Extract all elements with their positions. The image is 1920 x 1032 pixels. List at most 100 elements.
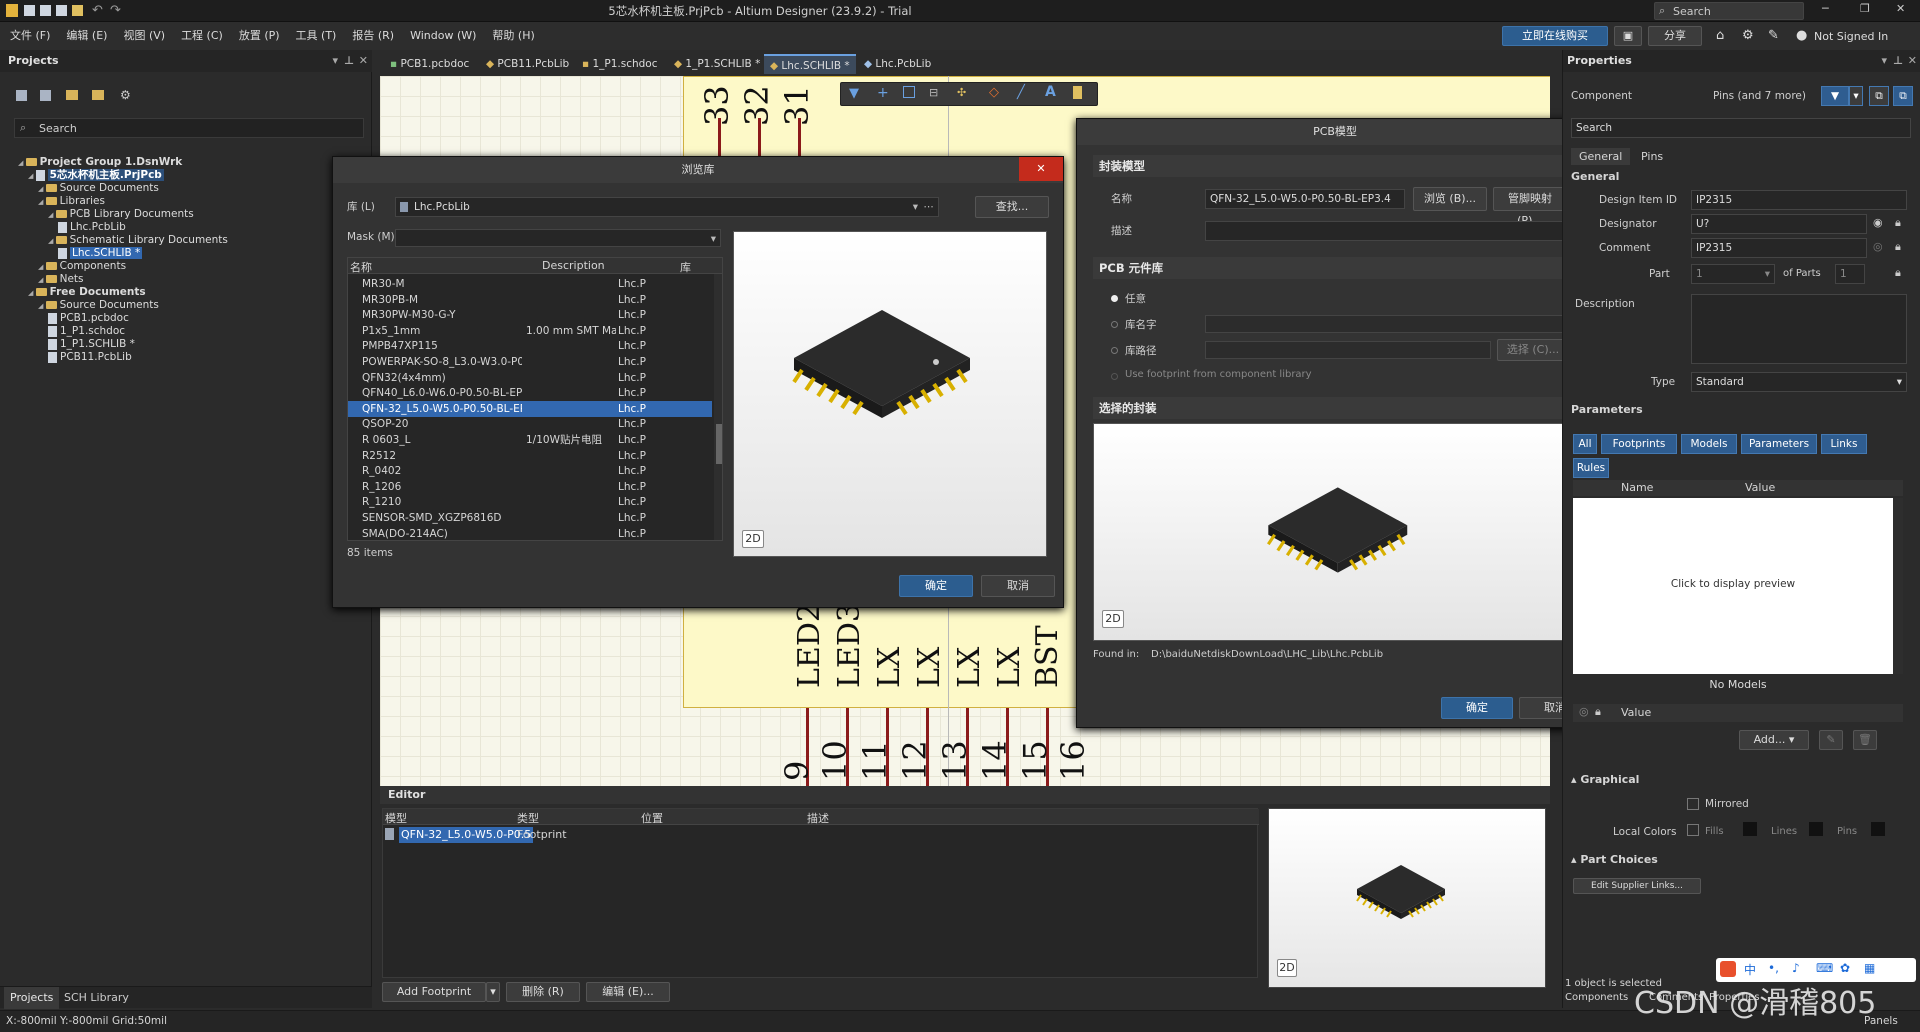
params-scrollbar[interactable] <box>1893 498 1903 674</box>
list-item[interactable]: QFN32(4x4mm) Lhc.P <box>348 370 712 386</box>
col-library[interactable]: 库 <box>680 259 691 275</box>
menu-item[interactable]: 报告 (R) <box>344 22 402 50</box>
save-project-icon[interactable] <box>16 90 27 101</box>
tab-sch-library[interactable]: SCH Library <box>58 987 135 1009</box>
tab-1p1-schlib[interactable]: ◆ 1_P1.SCHLIB * <box>668 54 766 74</box>
chat-icon[interactable]: ▣ <box>1614 26 1642 46</box>
library-select[interactable]: Lhc.PcbLib ▾ ⋯ <box>395 197 939 217</box>
expand-arrow-icon[interactable]: ◢ <box>38 302 46 310</box>
view-2d-button[interactable]: 2D <box>1102 610 1124 628</box>
param-tab-all[interactable]: All <box>1573 434 1597 454</box>
table-row[interactable]: QFN-32_L5.0-W5.0-P0.5 Footprint <box>383 827 1259 843</box>
list-scrollbar[interactable] <box>714 274 722 540</box>
fills-color-swatch[interactable] <box>1743 822 1757 836</box>
col-name[interactable]: 名称 <box>350 259 372 275</box>
menu-item[interactable]: 工程 (C) <box>173 22 231 50</box>
list-item[interactable]: QSOP-20 Lhc.P <box>348 416 712 432</box>
lock-icon[interactable]: 🔒︎ <box>1595 705 1601 719</box>
browse-3d-preview[interactable]: 2D <box>733 231 1047 557</box>
list-item[interactable]: MR30-M Lhc.P <box>348 276 712 292</box>
status-tab-components[interactable]: Components <box>1565 992 1628 1003</box>
list-item[interactable]: R2512 Lhc.P <box>348 448 712 464</box>
list-item[interactable]: QFN40_L6.0-W6.0-P0.50-BL-EP_SC8902C Lhc.P <box>348 385 712 401</box>
tab-general[interactable]: General <box>1571 148 1631 165</box>
radio-lib-name[interactable]: 库名字 <box>1111 317 1211 333</box>
param-tab-rules[interactable]: Rules <box>1573 458 1609 478</box>
browse-ok-button[interactable]: 确定 <box>899 575 973 597</box>
selected-footprint-preview[interactable]: 2D <box>1093 423 1577 641</box>
eye-icon[interactable]: ◉ <box>1873 216 1883 229</box>
browse-footprint-button[interactable]: 浏览 (B)... <box>1413 187 1487 211</box>
list-item[interactable]: R_1210 Lhc.P <box>348 494 712 510</box>
param-tab-models[interactable]: Models <box>1681 434 1737 454</box>
menu-item[interactable]: 文件 (F) <box>2 22 58 50</box>
list-item[interactable]: PMPB47XP115 Lhc.P <box>348 338 712 354</box>
expand-arrow-icon[interactable]: ◢ <box>48 211 56 219</box>
filter-icon[interactable]: ▼ <box>1821 86 1849 106</box>
projects-search[interactable]: ⌕ Search <box>14 118 364 138</box>
expand-arrow-icon[interactable]: ◢ <box>38 263 46 271</box>
model-preview-box[interactable]: Click to display preview <box>1573 498 1893 674</box>
panel-menu-icon[interactable]: ▾ <box>332 50 338 72</box>
lock-icon[interactable]: 🔒︎ <box>1895 216 1901 230</box>
properties-search[interactable]: Search <box>1571 118 1911 138</box>
user-status[interactable]: Not Signed In <box>1814 30 1888 43</box>
expand-arrow-icon[interactable]: ◢ <box>48 237 56 245</box>
panel-menu-icon[interactable]: ▾ <box>1881 50 1887 72</box>
add-footprint-dropdown[interactable]: ▾ <box>486 982 500 1002</box>
mirrored-checkbox[interactable] <box>1687 798 1699 810</box>
col-type[interactable]: 类型 <box>517 810 539 826</box>
trash-icon[interactable]: 🗑︎ <box>1853 730 1877 750</box>
place-pin-icon[interactable]: + <box>877 85 889 101</box>
menu-item[interactable]: 工具 (T) <box>288 22 345 50</box>
properties-search-input[interactable]: Search <box>1576 122 1612 134</box>
tab-pcb1[interactable]: ▪ PCB1.pcbdoc <box>384 54 475 74</box>
description-field[interactable] <box>1691 294 1907 364</box>
select-area-icon[interactable] <box>903 86 915 98</box>
list-item[interactable]: QFN-32_L5.0-W5.0-P0.50-BL-EP3.4 Lhc.P <box>348 400 712 417</box>
project-options-icon[interactable] <box>40 90 51 101</box>
find-button[interactable]: 查找... <box>975 196 1049 218</box>
share-button[interactable]: 分享 <box>1648 26 1702 46</box>
rectangle-icon[interactable]: ◇ <box>989 85 999 100</box>
close-dialog-icon[interactable]: ✕ <box>1019 157 1063 181</box>
editor-3d-preview[interactable]: 2D <box>1268 808 1546 988</box>
note-icon[interactable] <box>1073 86 1082 99</box>
menu-item[interactable]: 编辑 (E) <box>58 22 115 50</box>
list-scrollbar-thumb[interactable] <box>716 424 722 464</box>
close-panel-icon[interactable]: ✕ <box>1908 50 1917 72</box>
pin-map-button[interactable]: 管脚映射 (P)... <box>1493 187 1567 227</box>
view-2d-button[interactable]: 2D <box>742 530 764 548</box>
add-footprint-button[interactable]: Add Footprint <box>382 982 486 1002</box>
part-choices-section[interactable]: ▴ Part Choices <box>1571 850 1911 870</box>
edit-pencil-icon[interactable]: ✎ <box>1819 730 1843 750</box>
pcb-model-ok-button[interactable]: 确定 <box>1441 697 1513 719</box>
general-section[interactable]: General <box>1571 168 1911 186</box>
text-icon[interactable]: A <box>1045 84 1056 100</box>
ime-mode-icon[interactable]: 中 <box>1744 961 1756 978</box>
close-window-icon[interactable]: ✕ <box>1896 2 1905 15</box>
tools-icon[interactable]: ✎ <box>1768 28 1779 43</box>
edit-supplier-links-button[interactable]: Edit Supplier Links... <box>1573 878 1701 894</box>
comment-field[interactable]: IP2315 <box>1691 238 1867 258</box>
global-search[interactable]: ⌕ Search <box>1654 2 1804 20</box>
list-item[interactable]: SENSOR-SMD_XGZP6816D Lhc.P <box>348 510 712 526</box>
list-item[interactable]: SMA(DO-214AC) Lhc.P <box>348 526 712 540</box>
open-folder-icon[interactable] <box>66 90 78 100</box>
ime-mic-icon[interactable]: ♪ <box>1792 961 1800 975</box>
params-col-name[interactable]: Name <box>1621 481 1653 494</box>
ime-skin-icon[interactable]: ✿ <box>1840 961 1850 975</box>
list-item[interactable]: R_1206 Lhc.P <box>348 479 712 495</box>
settings-icon[interactable]: ⚙ <box>120 88 131 102</box>
select-mask-icon[interactable]: ⧉ <box>1893 86 1913 106</box>
filter-dropdown[interactable]: ▾ <box>1849 86 1863 106</box>
list-item[interactable]: MR30PW-M30-G-Y Lhc.P <box>348 307 712 323</box>
eye-off-icon[interactable]: ◎ <box>1579 705 1589 718</box>
lock-icon[interactable]: 🔒︎ <box>1895 266 1901 280</box>
lock-icon[interactable]: 🔒︎ <box>1895 240 1901 254</box>
expand-arrow-icon[interactable]: ◢ <box>38 198 46 206</box>
tab-1p1-schdoc[interactable]: ▪ 1_P1.schdoc <box>576 54 664 74</box>
designator-field[interactable]: U? <box>1691 214 1867 234</box>
value-row[interactable]: ◎ 🔒︎ Value <box>1573 704 1903 722</box>
ime-keyboard-icon[interactable]: ⌨ <box>1816 961 1833 975</box>
